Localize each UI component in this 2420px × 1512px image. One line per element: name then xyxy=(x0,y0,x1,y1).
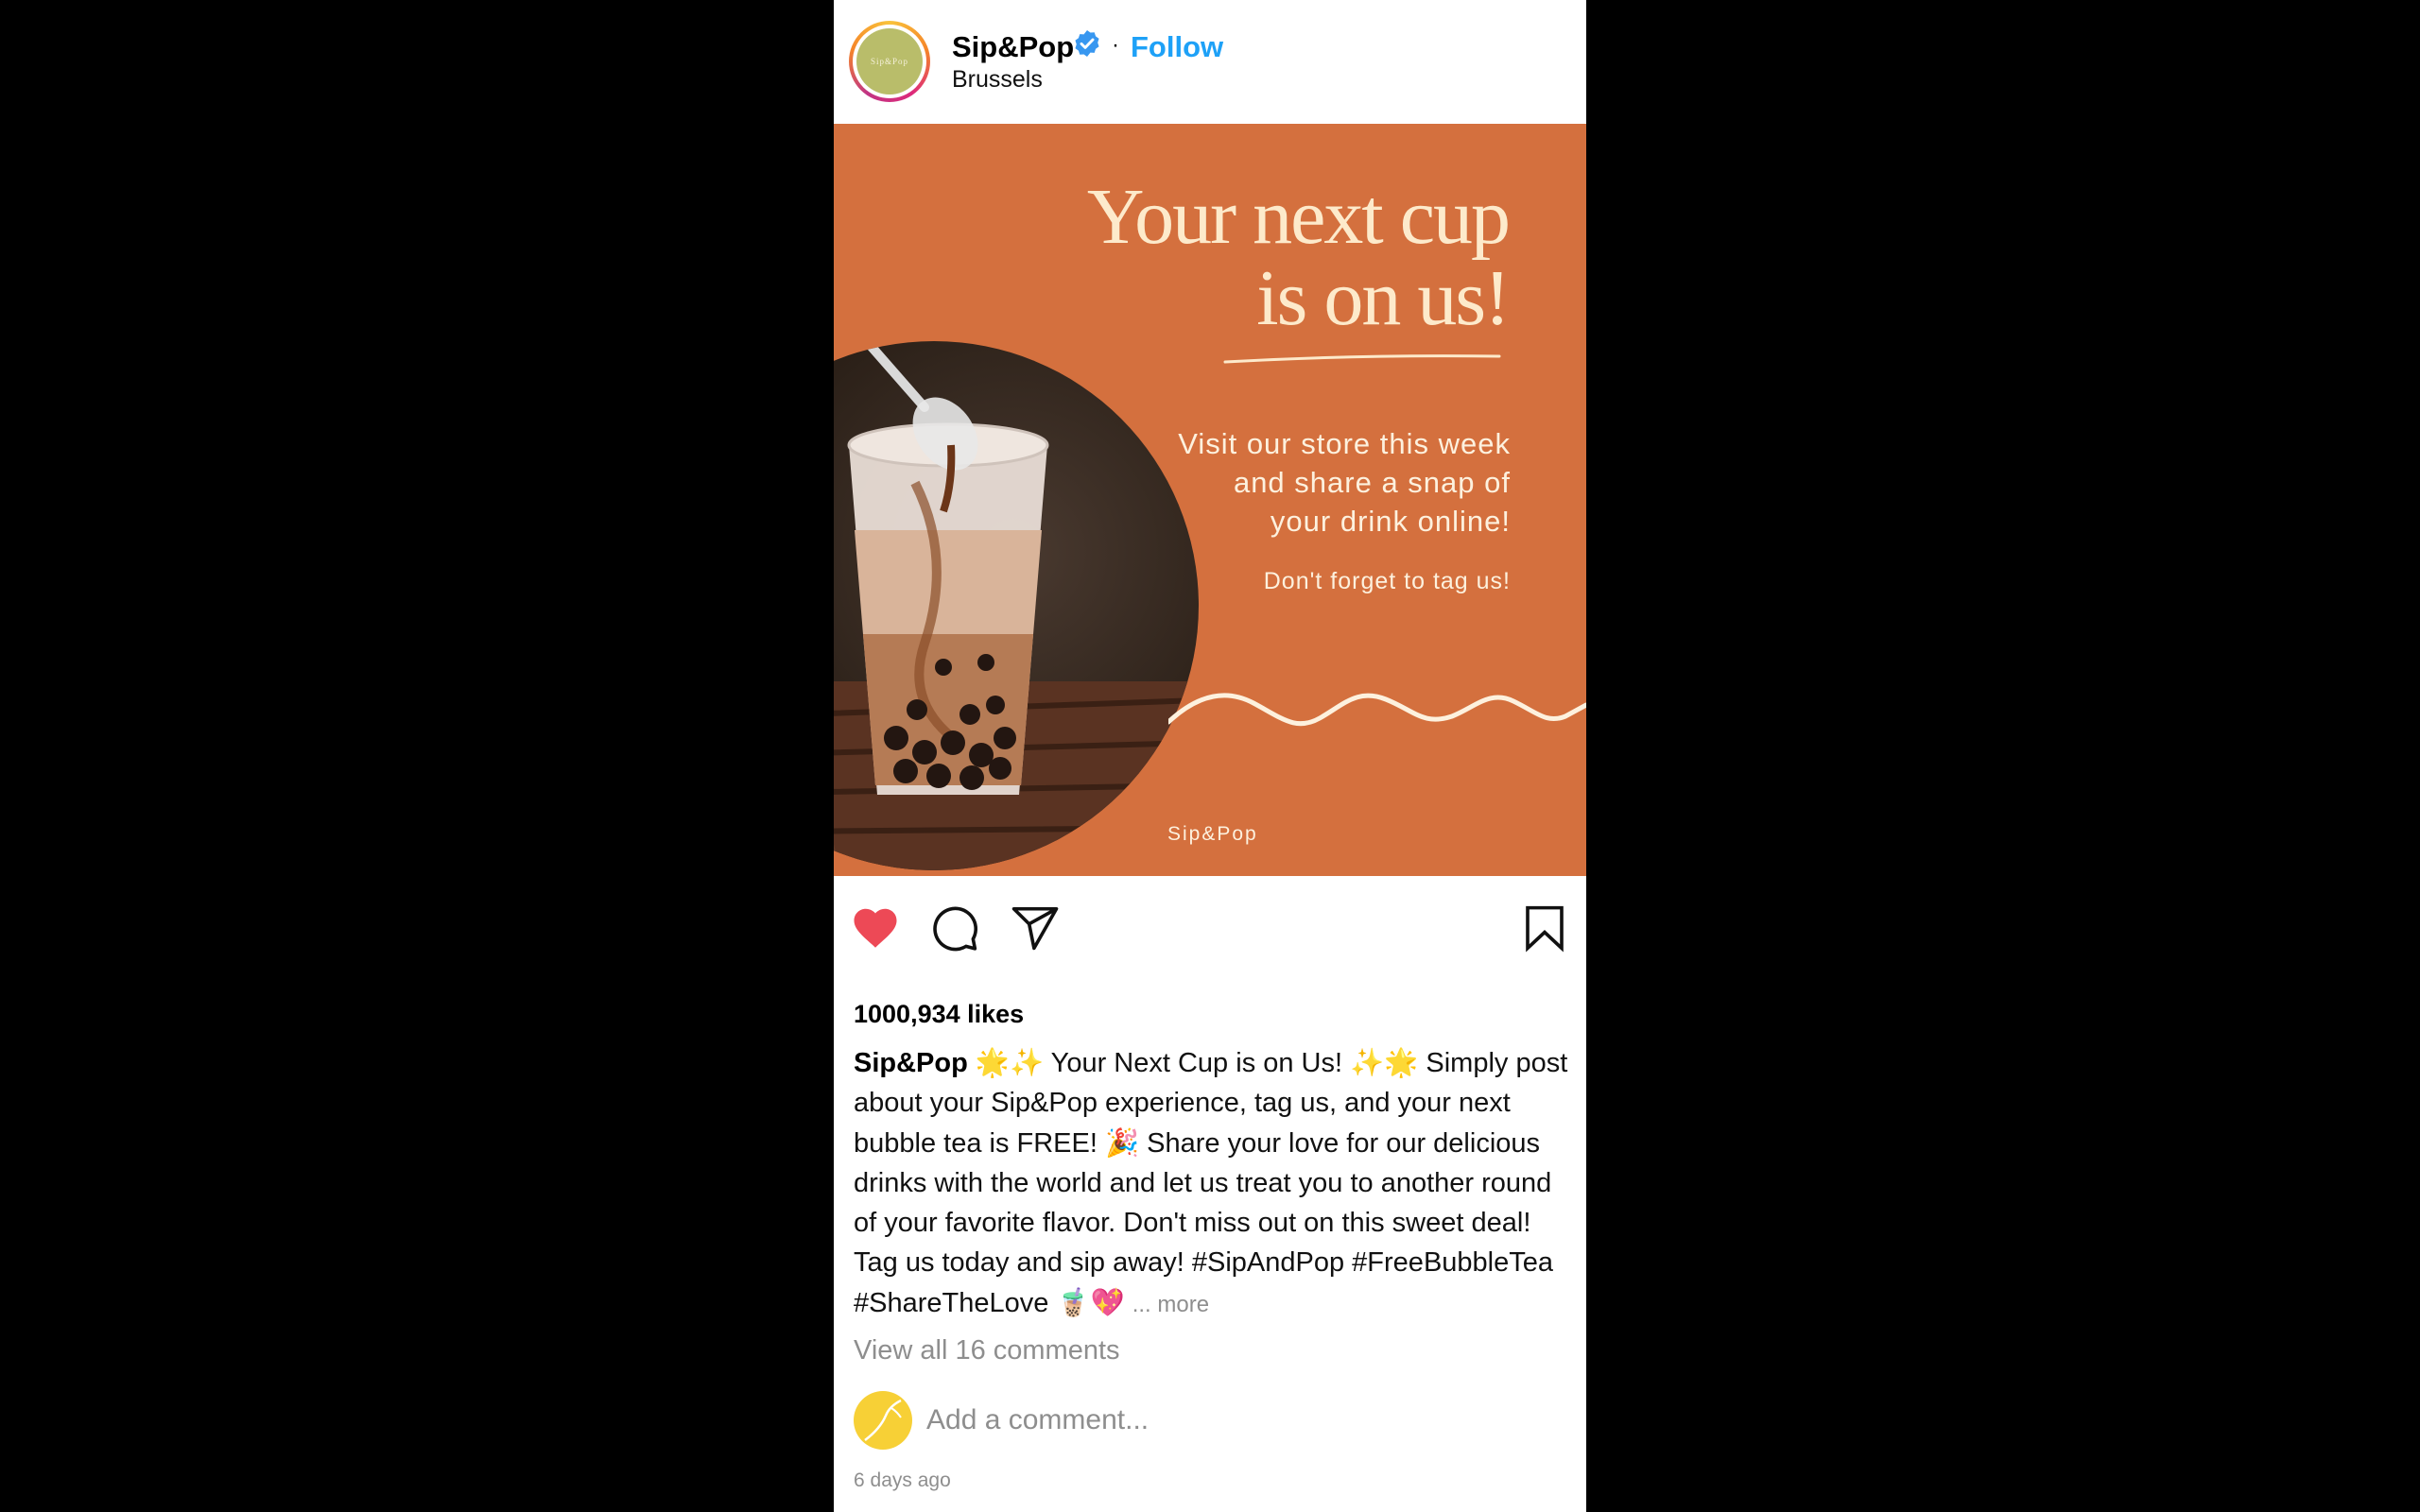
comment-input[interactable] xyxy=(926,1404,1550,1436)
account-avatar[interactable]: Sip&Pop xyxy=(849,21,930,102)
verified-badge-icon xyxy=(1075,30,1099,57)
instagram-post: Sip&Pop Sip&Pop · Follow Brussels Your n… xyxy=(834,0,1586,1512)
share-icon[interactable] xyxy=(1010,902,1061,954)
post-header: Sip&Pop Sip&Pop · Follow Brussels xyxy=(834,0,1586,124)
headline-underline xyxy=(1223,354,1501,364)
follow-button[interactable]: Follow xyxy=(1131,30,1223,64)
avatar-logo: Sip&Pop xyxy=(856,28,923,94)
caption-text: 🌟✨ Your Next Cup is on Us! ✨🌟 Simply pos… xyxy=(854,1048,1568,1318)
decorative-wave xyxy=(1168,693,1586,727)
view-comments-link[interactable]: View all 16 comments xyxy=(854,1335,1120,1366)
bubble-tea-photo xyxy=(834,341,1199,870)
heart-icon[interactable] xyxy=(850,902,901,954)
caption-author[interactable]: Sip&Pop xyxy=(854,1048,968,1078)
post-location[interactable]: Brussels xyxy=(952,66,1043,94)
action-bar xyxy=(834,902,1586,965)
caption-more-link[interactable]: ... more xyxy=(1132,1292,1209,1317)
post-timestamp: 6 days ago xyxy=(854,1469,951,1491)
promo-tagline: Don't forget to tag us! xyxy=(1263,568,1511,594)
post-caption: Sip&Pop 🌟✨ Your Next Cup is on Us! ✨🌟 Si… xyxy=(854,1043,1572,1325)
post-image[interactable]: Your next cup is on us! Visit our store … xyxy=(834,124,1586,876)
current-user-avatar xyxy=(854,1391,912,1450)
likes-count[interactable]: 1000,934 likes xyxy=(854,1000,1024,1029)
comment-icon[interactable] xyxy=(929,902,980,954)
promo-headline: Your next cup is on us! xyxy=(1086,173,1511,342)
account-username[interactable]: Sip&Pop xyxy=(952,30,1074,64)
separator-dot: · xyxy=(1112,32,1119,58)
brand-watermark: Sip&Pop xyxy=(1167,823,1258,845)
promo-instructions: Visit our store this week and share a sn… xyxy=(1178,427,1511,538)
bookmark-icon[interactable] xyxy=(1519,902,1570,954)
